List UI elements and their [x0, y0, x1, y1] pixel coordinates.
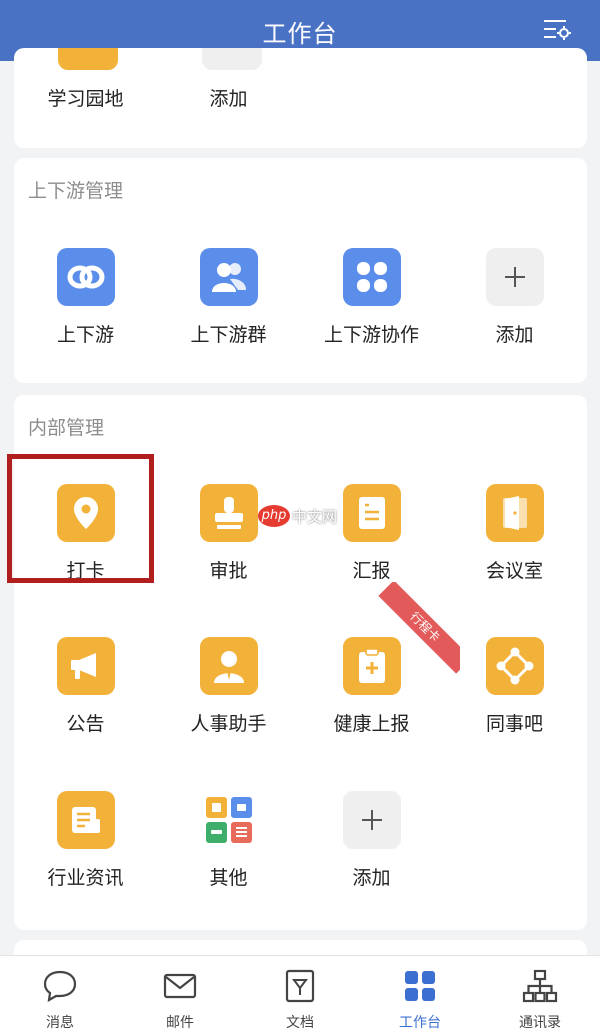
item-label: 同事吧 [485, 713, 543, 735]
workbench-grid-icon [405, 971, 435, 1001]
tab-label: 工作台 [399, 1015, 441, 1031]
org-chart-icon [522, 969, 558, 1003]
door-icon [485, 484, 544, 542]
highlight-box [7, 454, 154, 583]
tab-label: 消息 [46, 1015, 74, 1031]
document-icon [285, 969, 315, 1003]
trip-card-ribbon: 行程卡 [340, 582, 460, 682]
app-meeting-room[interactable]: 会议室 [443, 484, 586, 583]
item-label: 上下游 [56, 324, 114, 346]
app-updown-group[interactable]: 上下游群 [157, 248, 300, 347]
item-label: 其他 [209, 867, 248, 889]
tab-contacts[interactable]: 通讯录 [480, 956, 600, 1035]
app-updown[interactable]: 上下游 [14, 248, 157, 347]
megaphone-icon [56, 637, 115, 695]
news-icon [56, 791, 115, 849]
app-add[interactable]: 添加 [300, 791, 443, 890]
settings-icon[interactable] [542, 16, 572, 44]
bottom-tab-bar: 消息 邮件 文档 工作台 通讯录 [0, 955, 600, 1035]
item-label: 会议室 [485, 560, 543, 582]
partial-tile [58, 48, 118, 70]
item-label: 添加 [495, 324, 534, 346]
ribbon-label: 行程卡 [378, 582, 460, 674]
app-report[interactable]: 汇报 [300, 484, 443, 583]
watermark-logo: php 中文网 [258, 503, 337, 529]
app-hr-assistant[interactable]: 人事助手 [157, 637, 300, 736]
item-label: 行业资讯 [47, 867, 124, 889]
partial-tile [202, 48, 262, 70]
item-label: 审批 [209, 560, 248, 582]
item-label: 人事助手 [190, 713, 267, 735]
app-others[interactable]: 其他 [157, 791, 300, 890]
watermark-text: 中文网 [292, 507, 338, 526]
partial-top-card: 学习园地 添加 [14, 48, 587, 148]
group-icon [199, 248, 258, 306]
app-updown-collab[interactable]: 上下游协作 [300, 248, 443, 347]
tab-messages[interactable]: 消息 [0, 956, 120, 1035]
item-label: 添加 [352, 867, 391, 889]
stamp-icon [199, 484, 258, 542]
item-label: 公告 [66, 713, 105, 735]
app-colleague-bar[interactable]: 同事吧 [443, 637, 586, 736]
chat-bubble-icon [43, 970, 77, 1003]
tab-documents[interactable]: 文档 [240, 956, 360, 1035]
item-label: 汇报 [352, 560, 391, 582]
section-title: 内部管理 [28, 417, 105, 439]
item-label: 健康上报 [333, 713, 410, 735]
others-icon [199, 791, 258, 849]
top-item-study[interactable]: 学习园地 [14, 84, 157, 111]
link-icon [56, 248, 115, 306]
app-approval[interactable]: 审批 [157, 484, 300, 583]
item-label: 上下游群 [190, 324, 267, 346]
person-icon [199, 637, 258, 695]
grid-icon [342, 248, 401, 306]
plus-icon [485, 248, 544, 306]
tab-label: 文档 [286, 1015, 314, 1031]
app-announcement[interactable]: 公告 [14, 637, 157, 736]
share-nodes-icon [485, 637, 544, 695]
item-label: 添加 [209, 88, 248, 110]
top-item-add[interactable]: 添加 [157, 84, 300, 111]
section-title: 上下游管理 [28, 180, 124, 202]
app-add[interactable]: 添加 [443, 248, 586, 347]
report-icon [342, 484, 401, 542]
tab-mail[interactable]: 邮件 [120, 956, 240, 1035]
app-industry-news[interactable]: 行业资讯 [14, 791, 157, 890]
tab-label: 通讯录 [519, 1015, 561, 1031]
tab-workbench[interactable]: 工作台 [360, 956, 480, 1035]
tab-label: 邮件 [166, 1015, 194, 1031]
watermark-php: php [258, 505, 290, 527]
item-label: 上下游协作 [323, 324, 419, 346]
updown-card: 上下游管理 上下游 上下游群 上下游协作 添加 [14, 158, 587, 383]
plus-icon [342, 791, 401, 849]
item-label: 学习园地 [47, 88, 124, 110]
mail-icon [163, 973, 197, 999]
page-title: 工作台 [262, 20, 338, 48]
